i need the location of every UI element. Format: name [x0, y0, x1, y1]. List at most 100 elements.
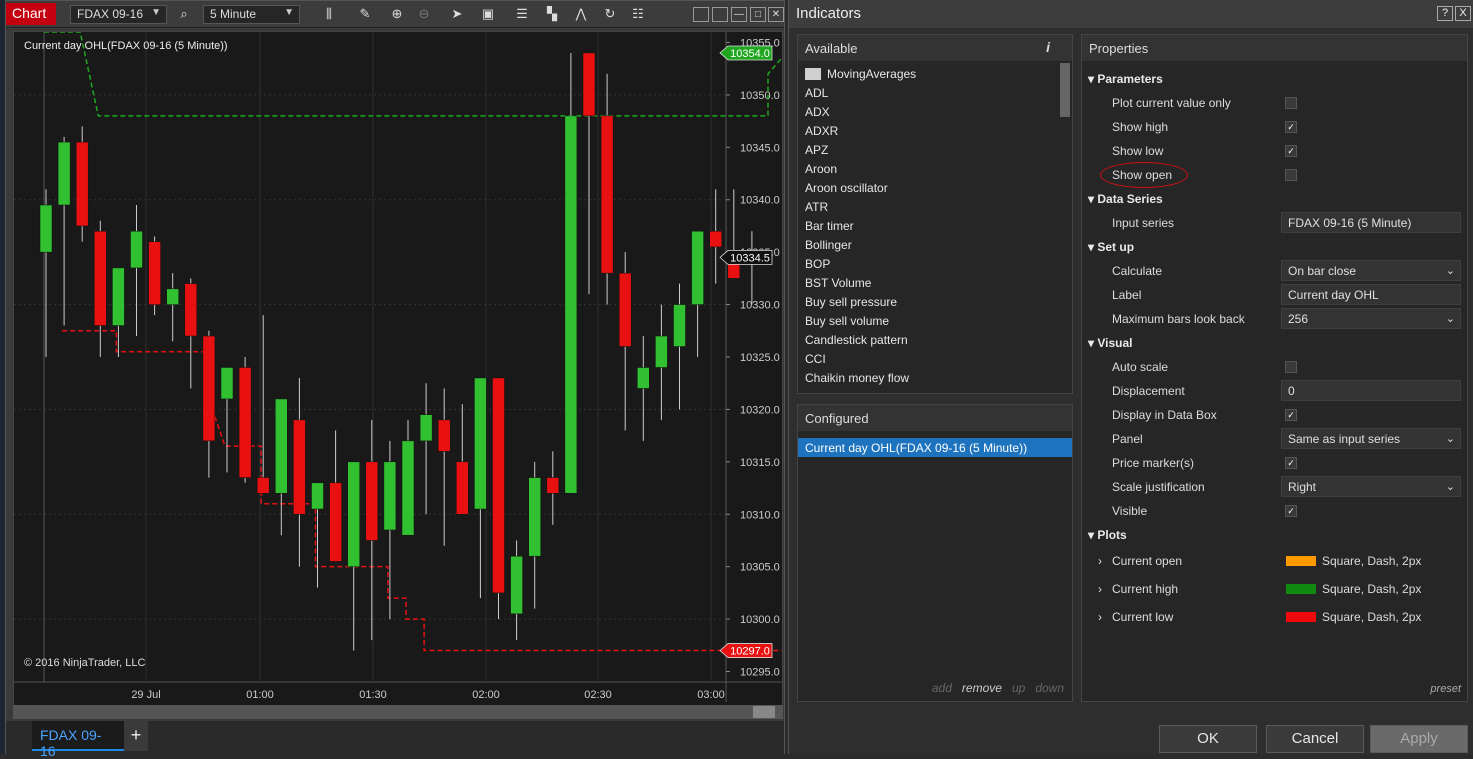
- indicator-item[interactable]: APZ: [798, 141, 1058, 160]
- show-low-checkbox[interactable]: ✓: [1285, 145, 1297, 157]
- pencil-icon[interactable]: ✎: [355, 5, 375, 23]
- strategy-icon[interactable]: ▚: [542, 5, 562, 23]
- pointer-icon[interactable]: ➤: [447, 5, 467, 23]
- label-input[interactable]: Current day OHL: [1281, 284, 1461, 305]
- indicator-label: ADX: [805, 105, 830, 119]
- down-action[interactable]: down: [1035, 681, 1064, 695]
- ok-button[interactable]: OK: [1159, 725, 1257, 753]
- scroll-thumb[interactable]: [753, 706, 775, 718]
- indicator-label: Candlestick pattern: [805, 333, 908, 347]
- price-tick-label: 10320.0: [740, 404, 780, 416]
- candle-body: [238, 367, 252, 478]
- visible-checkbox[interactable]: ✓: [1285, 505, 1297, 517]
- candle-body: [474, 377, 487, 510]
- auto-scale-checkbox[interactable]: [1285, 361, 1297, 373]
- show-open-checkbox[interactable]: [1285, 169, 1297, 181]
- indicator-item[interactable]: Bar timer: [798, 217, 1058, 236]
- zoom-in-icon[interactable]: ⊕: [387, 5, 407, 23]
- prop-auto-scale: Auto scale: [1112, 360, 1169, 374]
- calculate-value: On bar close: [1288, 264, 1357, 278]
- indicator-item[interactable]: BOP: [798, 255, 1058, 274]
- bars-icon[interactable]: ☰: [512, 5, 532, 23]
- candle-body: [166, 288, 179, 305]
- indicator-item[interactable]: Buy sell pressure: [798, 293, 1058, 312]
- calculate-select[interactable]: On bar close ⌄: [1281, 260, 1461, 281]
- window-button[interactable]: [712, 7, 728, 22]
- input-series-field[interactable]: FDAX 09-16 (5 Minute): [1281, 212, 1461, 233]
- plot-color-swatch[interactable]: [1286, 556, 1316, 566]
- tab-fdax[interactable]: FDAX 09-16: [32, 721, 124, 759]
- indicator-item[interactable]: Aroon oscillator: [798, 179, 1058, 198]
- indicator-item[interactable]: Bollinger: [798, 236, 1058, 255]
- remove-action[interactable]: remove: [962, 681, 1002, 695]
- section-parameters[interactable]: ▾ Parameters: [1088, 72, 1163, 86]
- chart-toolbar: Chart FDAX 09-16 ▼ ⌕ 5 Minute ▼ ⫼ ✎ ⊕ ⊖ ➤ …: [6, 1, 784, 28]
- indicator-item[interactable]: ATR: [798, 198, 1058, 217]
- chart-tab-label[interactable]: Chart: [6, 3, 56, 25]
- indicator-item[interactable]: Chaikin money flow: [798, 369, 1058, 388]
- display-in-data-box-checkbox[interactable]: ✓: [1285, 409, 1297, 421]
- plot-current-high[interactable]: › Current high: [1098, 582, 1178, 596]
- properties-icon[interactable]: ☷: [628, 5, 648, 23]
- plot-label: Current low: [1112, 610, 1174, 624]
- search-icon[interactable]: ⌕: [174, 5, 194, 23]
- bar-chart-icon[interactable]: ⫼: [319, 5, 339, 23]
- add-action[interactable]: add: [932, 681, 952, 695]
- add-tab-button[interactable]: +: [124, 721, 148, 751]
- close-button[interactable]: X: [1455, 6, 1471, 21]
- displacement-input[interactable]: 0: [1281, 380, 1461, 401]
- apply-button[interactable]: Apply: [1370, 725, 1468, 753]
- indicator-item[interactable]: ADXR: [798, 122, 1058, 141]
- folder-item[interactable]: MovingAverages: [798, 65, 1058, 84]
- zoom-out-icon[interactable]: ⊖: [414, 5, 434, 23]
- info-icon[interactable]: i: [1046, 39, 1050, 55]
- max-bars-select[interactable]: 256 ⌄: [1281, 308, 1461, 329]
- close-button[interactable]: ✕: [768, 7, 784, 22]
- horizontal-scrollbar[interactable]: [13, 705, 783, 719]
- indicator-item[interactable]: Buy sell volume: [798, 312, 1058, 331]
- price-tick-label: 10300.0: [740, 614, 780, 626]
- show-high-checkbox[interactable]: ✓: [1285, 121, 1297, 133]
- section-label: Visual: [1097, 336, 1133, 350]
- indicator-item[interactable]: ADX: [798, 103, 1058, 122]
- indicator-item[interactable]: BST Volume: [798, 274, 1058, 293]
- scale-justification-select[interactable]: Right ⌄: [1281, 476, 1461, 497]
- panel-select[interactable]: Same as input series ⌄: [1281, 428, 1461, 449]
- refresh-icon[interactable]: ↻: [600, 5, 620, 23]
- section-data-series[interactable]: ▾ Data Series: [1088, 192, 1163, 206]
- plot-color-swatch[interactable]: [1286, 584, 1316, 594]
- plot-current-low[interactable]: › Current low: [1098, 610, 1173, 624]
- indicator-item[interactable]: CCI: [798, 350, 1058, 369]
- indicator-icon[interactable]: ⋀: [571, 5, 591, 23]
- data-box-icon[interactable]: ▣: [478, 5, 498, 23]
- minimize-button[interactable]: —: [731, 7, 747, 22]
- plot-color-swatch[interactable]: [1286, 612, 1316, 622]
- indicator-item[interactable]: ADL: [798, 84, 1058, 103]
- cancel-button[interactable]: Cancel: [1266, 725, 1364, 753]
- instrument-selector[interactable]: FDAX 09-16 ▼: [70, 5, 167, 24]
- chart-plot-area[interactable]: 10355.010350.010345.010340.010335.010330…: [13, 31, 783, 711]
- available-list: MovingAverages ADL ADX ADXR APZ Aroon Aroon os…: [798, 65, 1058, 388]
- price-tick-label: 10350.0: [740, 90, 780, 102]
- plot-current-open[interactable]: › Current open: [1098, 554, 1182, 568]
- section-plots[interactable]: ▾ Plots: [1088, 528, 1127, 542]
- section-setup[interactable]: ▾ Set up: [1088, 240, 1134, 254]
- price-tick-label: 10295.0: [740, 667, 780, 679]
- configured-item[interactable]: Current day OHL(FDAX 09-16 (5 Minute)): [798, 438, 1072, 457]
- section-label: Parameters: [1097, 72, 1163, 86]
- vertical-scrollbar[interactable]: [1060, 63, 1070, 117]
- tile-button[interactable]: [693, 7, 709, 22]
- indicator-item[interactable]: Candlestick pattern: [798, 331, 1058, 350]
- maximize-button[interactable]: □: [750, 7, 766, 22]
- preset-link[interactable]: preset: [1430, 683, 1461, 695]
- indicator-label: Aroon: [805, 162, 838, 176]
- prop-show-open: Show open: [1112, 168, 1173, 182]
- price-markers-checkbox[interactable]: ✓: [1285, 457, 1297, 469]
- up-action[interactable]: up: [1012, 681, 1025, 695]
- help-button[interactable]: ?: [1437, 6, 1453, 21]
- interval-selector[interactable]: 5 Minute ▼: [203, 5, 300, 24]
- plot-current-value-only-checkbox[interactable]: [1285, 97, 1297, 109]
- indicator-item[interactable]: Aroon: [798, 160, 1058, 179]
- section-visual[interactable]: ▾ Visual: [1088, 336, 1133, 350]
- collapse-icon: ▾: [1088, 192, 1098, 206]
